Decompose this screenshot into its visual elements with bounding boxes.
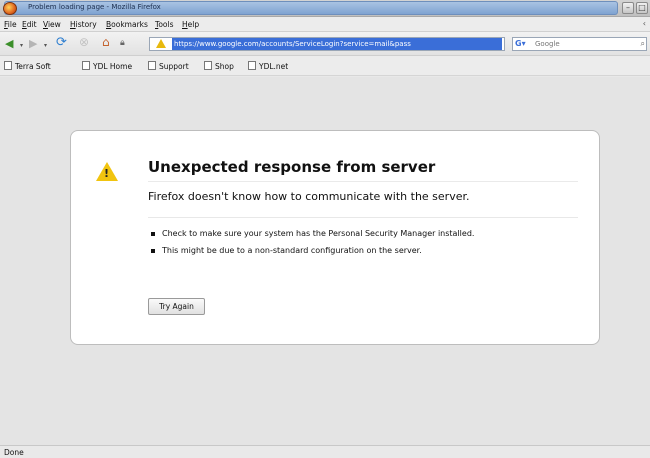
firefox-logo-icon <box>3 2 17 15</box>
bookmark-ydl-net[interactable]: YDL.net <box>248 61 288 71</box>
url-input[interactable]: https://www.google.com/accounts/ServiceL… <box>172 38 502 50</box>
search-icon[interactable]: ⌕ <box>641 39 645 49</box>
bookmark-ydl-home[interactable]: YDL Home <box>82 61 132 71</box>
navigation-toolbar: ◀ ▾ ▶ ▾ ⟳ ⊗ ⌂ 🔒︎ https://www.google.com/… <box>0 32 650 56</box>
back-history-dropdown-icon[interactable]: ▾ <box>20 42 23 49</box>
menu-overflow-icon[interactable]: ‹ <box>643 19 646 28</box>
try-again-button[interactable]: Try Again <box>148 298 205 315</box>
error-short-description: Firefox doesn't know how to communicate … <box>148 190 470 203</box>
reload-icon[interactable]: ⟳ <box>56 36 67 49</box>
bookmark-label: YDL.net <box>259 62 289 71</box>
error-title: Unexpected response from server <box>148 158 436 176</box>
exclamation-icon: ! <box>104 167 110 180</box>
bookmark-terra-soft[interactable]: Terra Soft <box>4 61 51 71</box>
page-icon <box>4 61 12 70</box>
page-content: ! Unexpected response from server Firefo… <box>0 77 650 445</box>
warning-icon <box>156 39 166 48</box>
forward-history-dropdown-icon[interactable]: ▾ <box>44 42 47 49</box>
bookmark-label: Terra Soft <box>15 62 51 71</box>
lock-icon: 🔒︎ <box>120 38 125 48</box>
menu-file[interactable]: File <box>4 20 17 29</box>
menu-history[interactable]: History <box>70 20 97 29</box>
search-bar[interactable]: G▾ ⌕ <box>512 37 647 51</box>
divider <box>148 217 578 218</box>
status-text: Done <box>4 448 24 457</box>
bookmark-support[interactable]: Support <box>148 61 189 71</box>
page-icon <box>148 61 156 70</box>
search-input[interactable] <box>535 38 635 50</box>
list-item: This might be due to a non-standard conf… <box>148 246 548 256</box>
status-bar: Done <box>0 445 650 458</box>
forward-arrow-icon[interactable]: ▶ <box>29 38 37 49</box>
bookmark-shop[interactable]: Shop <box>204 61 234 71</box>
window-titlebar: Problem loading page - Mozilla Firefox –… <box>0 0 650 17</box>
page-icon <box>204 61 212 70</box>
home-icon[interactable]: ⌂ <box>102 36 110 48</box>
menu-bar: File Edit View History Bookmarks Tools H… <box>0 17 650 32</box>
page-icon <box>248 61 256 70</box>
menu-tools[interactable]: Tools <box>155 20 173 29</box>
window-title: Problem loading page - Mozilla Firefox <box>28 3 161 11</box>
error-details-list: Check to make sure your system has the P… <box>148 229 548 263</box>
maximize-button[interactable]: □ <box>636 2 648 14</box>
minimize-button[interactable]: – <box>622 2 634 14</box>
list-item: Check to make sure your system has the P… <box>148 229 548 239</box>
back-arrow-icon[interactable]: ◀ <box>5 38 13 49</box>
page-icon <box>82 61 90 70</box>
bookmark-label: Support <box>159 62 189 71</box>
menu-bookmarks[interactable]: Bookmarks <box>106 20 148 29</box>
google-logo-icon[interactable]: G▾ <box>515 39 527 49</box>
menu-edit[interactable]: Edit <box>22 20 37 29</box>
bookmarks-toolbar: Terra Soft YDL Home Support Shop YDL.net <box>0 56 650 76</box>
menu-view[interactable]: View <box>43 20 61 29</box>
divider <box>148 181 578 182</box>
bookmark-label: YDL Home <box>93 62 133 71</box>
url-bar[interactable]: https://www.google.com/accounts/ServiceL… <box>149 37 647 51</box>
menu-help[interactable]: Help <box>182 20 199 29</box>
stop-icon[interactable]: ⊗ <box>79 36 89 48</box>
bookmark-label: Shop <box>215 62 234 71</box>
error-panel: ! Unexpected response from server Firefo… <box>70 130 600 345</box>
